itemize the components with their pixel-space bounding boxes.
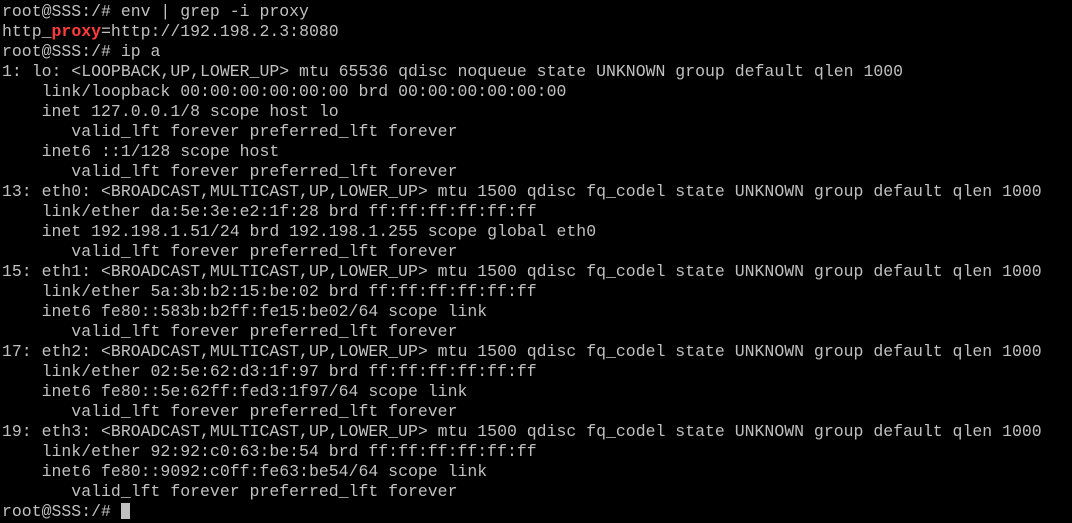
terminal-line: root@SSS:/# ip a	[2, 42, 1072, 62]
terminal-line: link/ether da:5e:3e:e2:1f:28 brd ff:ff:f…	[2, 202, 1072, 222]
text-cursor	[120, 503, 130, 519]
line-text: valid_lft forever preferred_lft forever	[2, 122, 458, 141]
grep-match-highlight: proxy	[51, 22, 102, 41]
terminal-line: valid_lft forever preferred_lft forever	[2, 402, 1072, 422]
terminal-line: inet 192.198.1.51/24 brd 192.198.1.255 s…	[2, 222, 1072, 242]
line-text: root@SSS:/# env | grep -i proxy	[2, 2, 309, 21]
line-text: 19: eth3: <BROADCAST,MULTICAST,UP,LOWER_…	[2, 422, 1042, 441]
line-text: 15: eth1: <BROADCAST,MULTICAST,UP,LOWER_…	[2, 262, 1042, 281]
line-text: inet 127.0.0.1/8 scope host lo	[2, 102, 339, 121]
terminal-line: 1: lo: <LOOPBACK,UP,LOWER_UP> mtu 65536 …	[2, 62, 1072, 82]
terminal-line: inet 127.0.0.1/8 scope host lo	[2, 102, 1072, 122]
terminal-line: http_proxy=http://192.198.2.3:8080	[2, 22, 1072, 42]
terminal-line: valid_lft forever preferred_lft forever	[2, 322, 1072, 342]
line-text: link/ether 02:5e:62:d3:1f:97 brd ff:ff:f…	[2, 362, 537, 381]
terminal-line: inet6 ::1/128 scope host	[2, 142, 1072, 162]
terminal-line: valid_lft forever preferred_lft forever	[2, 242, 1072, 262]
line-text: link/loopback 00:00:00:00:00:00 brd 00:0…	[2, 82, 567, 101]
terminal-line: root@SSS:/# env | grep -i proxy	[2, 2, 1072, 22]
line-text: valid_lft forever preferred_lft forever	[2, 482, 458, 501]
terminal-line: valid_lft forever preferred_lft forever	[2, 162, 1072, 182]
terminal-line: 15: eth1: <BROADCAST,MULTICAST,UP,LOWER_…	[2, 262, 1072, 282]
terminal-line: 17: eth2: <BROADCAST,MULTICAST,UP,LOWER_…	[2, 342, 1072, 362]
line-text: link/ether 92:92:c0:63:be:54 brd ff:ff:f…	[2, 442, 537, 461]
line-text: inet6 fe80::9092:c0ff:fe63:be54/64 scope…	[2, 462, 488, 481]
terminal-line: link/ether 5a:3b:b2:15:be:02 brd ff:ff:f…	[2, 282, 1072, 302]
line-text: inet 192.198.1.51/24 brd 192.198.1.255 s…	[2, 222, 597, 241]
line-text: inet6 fe80::5e:62ff:fed3:1f97/64 scope l…	[2, 382, 468, 401]
terminal-line: valid_lft forever preferred_lft forever	[2, 122, 1072, 142]
line-text: http_	[2, 22, 52, 41]
terminal-line: valid_lft forever preferred_lft forever	[2, 482, 1072, 502]
line-text: 1: lo: <LOOPBACK,UP,LOWER_UP> mtu 65536 …	[2, 62, 904, 81]
terminal-line: inet6 fe80::5e:62ff:fed3:1f97/64 scope l…	[2, 382, 1072, 402]
line-text: root@SSS:/# ip a	[2, 42, 161, 61]
terminal-line: link/loopback 00:00:00:00:00:00 brd 00:0…	[2, 82, 1072, 102]
line-text: link/ether 5a:3b:b2:15:be:02 brd ff:ff:f…	[2, 282, 537, 301]
terminal-line: 19: eth3: <BROADCAST,MULTICAST,UP,LOWER_…	[2, 422, 1072, 442]
terminal-line: inet6 fe80::583b:b2ff:fe15:be02/64 scope…	[2, 302, 1072, 322]
terminal-line: link/ether 02:5e:62:d3:1f:97 brd ff:ff:f…	[2, 362, 1072, 382]
line-text: link/ether da:5e:3e:e2:1f:28 brd ff:ff:f…	[2, 202, 537, 221]
line-text: 17: eth2: <BROADCAST,MULTICAST,UP,LOWER_…	[2, 342, 1042, 361]
terminal-line: inet6 fe80::9092:c0ff:fe63:be54/64 scope…	[2, 462, 1072, 482]
line-text: root@SSS:/#	[2, 502, 121, 521]
line-text: valid_lft forever preferred_lft forever	[2, 402, 458, 421]
line-text: inet6 fe80::583b:b2ff:fe15:be02/64 scope…	[2, 302, 488, 321]
terminal-line: 13: eth0: <BROADCAST,MULTICAST,UP,LOWER_…	[2, 182, 1072, 202]
line-text: 13: eth0: <BROADCAST,MULTICAST,UP,LOWER_…	[2, 182, 1042, 201]
prompt-line: root@SSS:/#	[2, 502, 1072, 522]
line-text: valid_lft forever preferred_lft forever	[2, 162, 458, 181]
line-text: valid_lft forever preferred_lft forever	[2, 242, 458, 261]
line-text: inet6 ::1/128 scope host	[2, 142, 280, 161]
terminal-line: link/ether 92:92:c0:63:be:54 brd ff:ff:f…	[2, 442, 1072, 462]
line-text: valid_lft forever preferred_lft forever	[2, 322, 458, 341]
line-text: =http://192.198.2.3:8080	[101, 22, 339, 41]
terminal-window[interactable]: root@SSS:/# env | grep -i proxy http_prox…	[0, 0, 1072, 523]
terminal-output: root@SSS:/# env | grep -i proxy http_prox…	[2, 2, 1072, 522]
